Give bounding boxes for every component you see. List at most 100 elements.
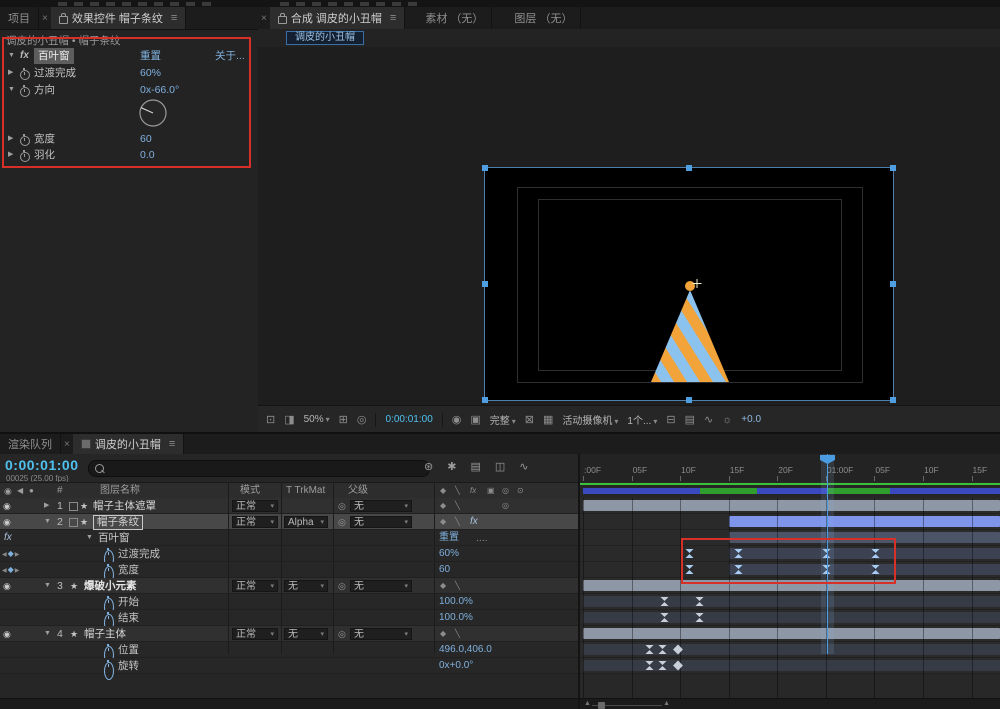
reset-link[interactable]: 重置 bbox=[140, 48, 161, 64]
track-row[interactable] bbox=[580, 498, 1000, 514]
layer-duration-bar[interactable] bbox=[583, 628, 1000, 639]
track-row[interactable] bbox=[580, 594, 1000, 610]
grid-options-icon[interactable]: ⊞ bbox=[339, 413, 348, 426]
layer-name[interactable]: 帽子主体遮罩 bbox=[93, 498, 156, 514]
layer-row[interactable]: ◉ ▶ 1 ★ 帽子主体遮罩 正常 ▾ ◎ 无 ▾ ◆ ╲ ◎ bbox=[0, 498, 578, 514]
zoom-knob[interactable] bbox=[598, 702, 605, 709]
expander-icon[interactable]: ▼ bbox=[44, 578, 51, 594]
timeline-button-icon[interactable]: ▤ bbox=[685, 413, 695, 426]
track-row[interactable] bbox=[580, 658, 1000, 674]
motion-blur-icon[interactable]: ∿ bbox=[519, 460, 528, 473]
layer-duration-bar[interactable] bbox=[729, 516, 1000, 527]
selection-handle[interactable] bbox=[686, 397, 692, 403]
keyframe-icon[interactable] bbox=[871, 565, 881, 574]
parent-select[interactable]: 无 ▾ bbox=[350, 500, 412, 512]
exposure-icon[interactable]: ☼ bbox=[722, 414, 732, 426]
quality-switch-icon[interactable]: ╲ bbox=[455, 498, 460, 514]
property-value[interactable]: 100.0% bbox=[439, 610, 473, 626]
keyframe-nav[interactable]: ◀◆▶ bbox=[2, 546, 20, 562]
video-toggle-icon[interactable]: ◉ bbox=[3, 498, 11, 514]
tab-project[interactable]: 项目 bbox=[0, 7, 39, 29]
tab-effect-controls[interactable]: 效果控件 帽子条纹 ≡ bbox=[50, 7, 187, 29]
property-name[interactable]: 位置 bbox=[118, 642, 139, 658]
track-row[interactable] bbox=[580, 610, 1000, 626]
selection-handle[interactable] bbox=[482, 281, 488, 287]
track-row[interactable] bbox=[580, 578, 1000, 594]
mode-select[interactable]: 正常 ▾ bbox=[232, 516, 278, 528]
effect-group-row[interactable]: fx ▼ 百叶窗 重置 .... bbox=[0, 530, 578, 546]
layer-name[interactable]: 帽子主体 bbox=[84, 626, 126, 642]
comp-navigator-button[interactable]: 调皮的小丑帽 bbox=[286, 31, 364, 45]
about-link[interactable]: 关于... bbox=[215, 48, 245, 64]
panel-menu-icon[interactable]: ≡ bbox=[169, 438, 175, 450]
trkmat-select[interactable]: 无 ▾ bbox=[284, 628, 328, 640]
keyframe-nav[interactable]: ◀◆▶ bbox=[2, 562, 20, 578]
property-row[interactable]: 位置 496.0,406.0 bbox=[0, 642, 578, 664]
property-row[interactable]: 结束 100.0% bbox=[0, 610, 578, 632]
layer-row[interactable]: ◉ ▼ 2 ★ 帽子条纹 正常 ▾ Alpha ▾ ◎ 无 ▾ ◆ ╲ fx bbox=[0, 514, 578, 530]
close-icon[interactable]: × bbox=[61, 434, 73, 454]
parent-select[interactable]: 无 ▾ bbox=[350, 516, 412, 528]
keyframe-icon[interactable] bbox=[695, 597, 705, 606]
expander-icon[interactable]: ▶ bbox=[8, 147, 13, 163]
zoom-select[interactable]: 50% ▾ bbox=[304, 414, 330, 425]
property-row[interactable]: ◀◆▶ 过渡完成 60% bbox=[0, 546, 578, 568]
expander-icon[interactable]: ▼ bbox=[44, 514, 51, 530]
collapse-switch-icon[interactable]: ◆ bbox=[440, 626, 446, 642]
property-value[interactable]: 0.0 bbox=[140, 147, 155, 163]
quality-switch-icon[interactable]: ╲ bbox=[455, 578, 460, 594]
parent-select[interactable]: 无 ▾ bbox=[350, 628, 412, 640]
effect-name[interactable]: 百叶窗 bbox=[34, 48, 74, 64]
keyframe-icon[interactable] bbox=[658, 661, 668, 670]
keyframe-icon[interactable] bbox=[658, 645, 668, 654]
parent-select[interactable]: 无 ▾ bbox=[350, 580, 412, 592]
flowchart-icon[interactable]: ∿ bbox=[704, 413, 713, 426]
property-value[interactable]: 60% bbox=[439, 546, 459, 562]
selection-handle[interactable] bbox=[890, 397, 896, 403]
pickwhip-icon[interactable]: ◎ bbox=[338, 578, 346, 594]
region-of-interest-icon[interactable]: ⊠ bbox=[525, 413, 534, 426]
clown-hat-graphic[interactable] bbox=[635, 278, 745, 384]
current-time-display[interactable]: 0:00:01:00 bbox=[5, 457, 79, 473]
expander-icon[interactable]: ▶ bbox=[8, 131, 13, 147]
mode-select[interactable]: 正常 ▾ bbox=[232, 580, 278, 592]
tab-composition[interactable]: 合成 调皮的小丑帽 ≡ bbox=[269, 7, 406, 29]
timeline-zoom-slider[interactable]: ▲ ▲ bbox=[584, 700, 670, 709]
expander-icon[interactable]: ▼ bbox=[8, 48, 15, 64]
expander-icon[interactable]: ▼ bbox=[86, 530, 93, 546]
property-name[interactable]: 过渡完成 bbox=[118, 546, 160, 562]
keyframe-icon[interactable] bbox=[645, 645, 655, 654]
stopwatch-icon[interactable] bbox=[20, 150, 30, 162]
layer-duration-bar[interactable] bbox=[583, 580, 1000, 591]
tab-render-queue[interactable]: 渲染队列 bbox=[0, 434, 61, 454]
property-value[interactable]: 0x-66.0° bbox=[140, 82, 179, 98]
zoom-out-icon[interactable]: ▲ bbox=[584, 700, 591, 707]
property-value[interactable]: 0x+0.0° bbox=[439, 658, 473, 674]
layer-duration-bar[interactable] bbox=[583, 596, 1000, 607]
keyframe-icon[interactable] bbox=[685, 565, 695, 574]
keyframe-icon[interactable] bbox=[645, 661, 655, 670]
pickwhip-icon[interactable]: ◎ bbox=[338, 514, 346, 530]
work-area-segment[interactable] bbox=[890, 488, 1000, 494]
property-value[interactable]: 60% bbox=[140, 65, 161, 81]
layer-name[interactable]: 爆破小元素 bbox=[84, 578, 137, 594]
time-ruler[interactable]: :00F 05F 10F 15F 20F 01:00F 05F 10F 15F bbox=[580, 454, 1000, 482]
tab-footage[interactable]: 素材 （无） bbox=[417, 7, 493, 29]
keyframe-icon[interactable] bbox=[871, 549, 881, 558]
property-value[interactable]: 60 bbox=[439, 562, 450, 578]
property-name[interactable]: 结束 bbox=[118, 610, 139, 626]
selection-handle[interactable] bbox=[482, 397, 488, 403]
timeline-search-input[interactable] bbox=[109, 462, 423, 475]
property-row[interactable]: 开始 100.0% bbox=[0, 594, 578, 616]
property-row[interactable]: 旋转 0x+0.0° bbox=[0, 658, 578, 680]
draft-3d-icon[interactable]: ✱ bbox=[447, 460, 456, 473]
track-row[interactable] bbox=[580, 642, 1000, 658]
work-area-band[interactable] bbox=[580, 481, 1000, 499]
property-value[interactable]: 60 bbox=[140, 131, 152, 147]
work-area-segment[interactable] bbox=[757, 488, 828, 494]
collapse-switch-icon[interactable]: ◆ bbox=[440, 514, 446, 530]
layer-duration-bar[interactable] bbox=[729, 564, 1000, 575]
comp-viewer[interactable] bbox=[258, 47, 1000, 405]
expander-icon[interactable]: ▼ bbox=[8, 82, 15, 98]
collapse-switch-icon[interactable]: ◆ bbox=[440, 578, 446, 594]
